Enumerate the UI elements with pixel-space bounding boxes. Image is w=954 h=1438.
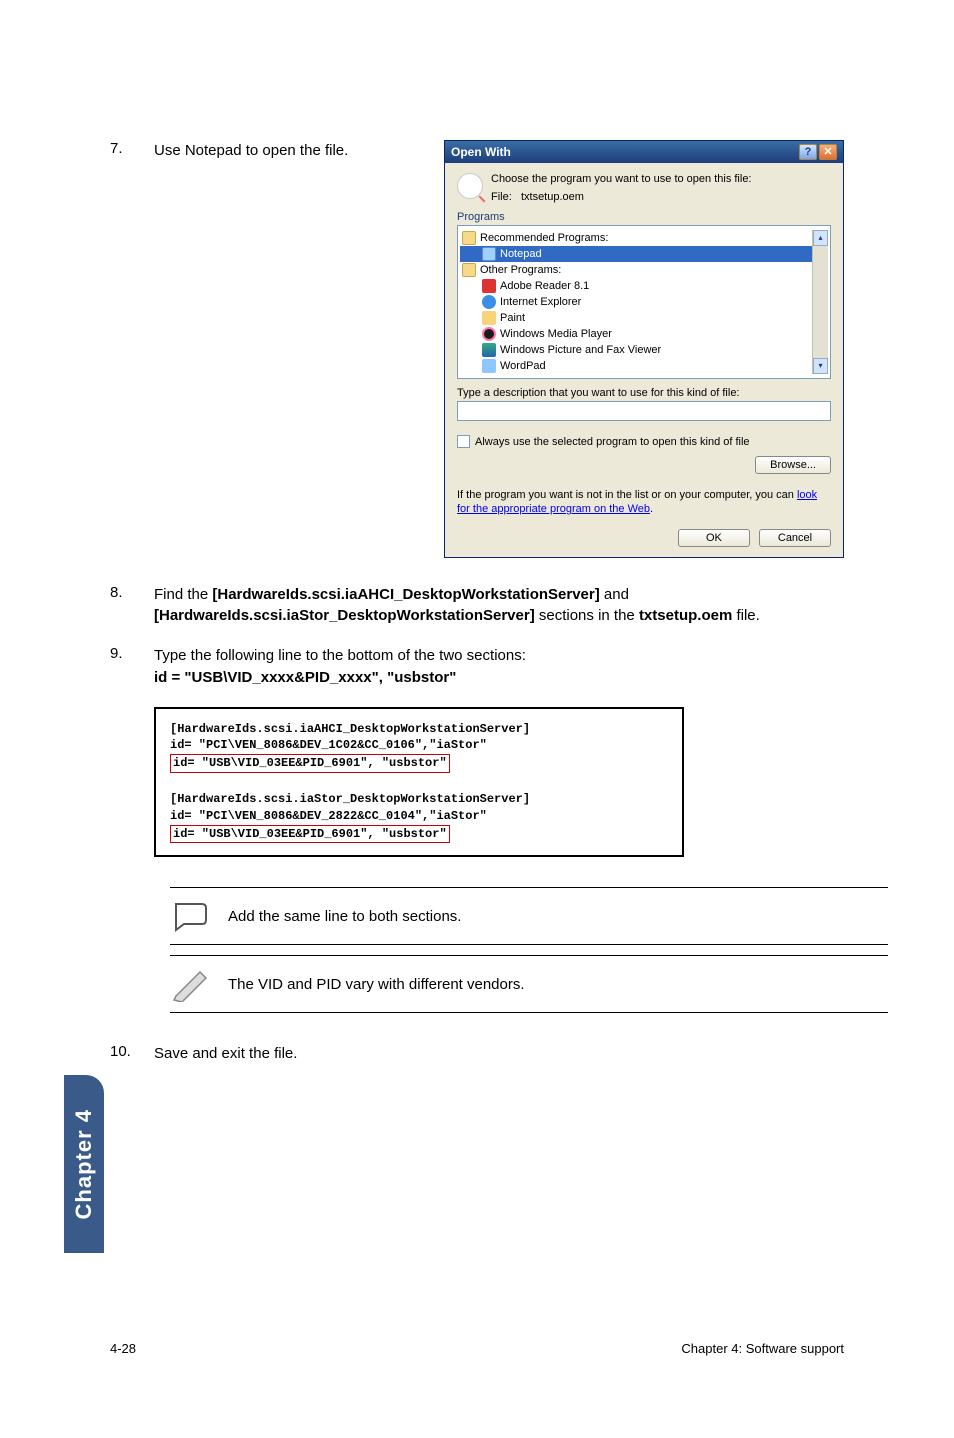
list-item-label: Other Programs:: [480, 264, 561, 276]
list-item-notepad[interactable]: Notepad: [460, 246, 812, 262]
step-text-7: Use Notepad to open the file.: [154, 140, 444, 162]
description-input[interactable]: [457, 401, 831, 421]
list-item-label: Paint: [500, 312, 525, 324]
magnifier-icon: [457, 173, 483, 199]
code-line: id= "PCI\VEN_8086&DEV_2822&CC_0104","iaS…: [170, 808, 668, 825]
folder-icon: [462, 263, 476, 277]
list-item-label: WordPad: [500, 360, 546, 372]
step-text-8: Find the [HardwareIds.scsi.iaAHCI_Deskto…: [154, 584, 844, 628]
folder-icon: [462, 231, 476, 245]
ie-icon: [482, 295, 496, 309]
step-text-10: Save and exit the file.: [154, 1043, 844, 1065]
list-item-label: Internet Explorer: [500, 296, 581, 308]
step-number-7: 7.: [110, 140, 154, 157]
scroll-down-icon[interactable]: ▾: [813, 358, 828, 374]
code-line: [HardwareIds.scsi.iaStor_DesktopWorkstat…: [170, 791, 668, 808]
description-label: Type a description that you want to use …: [457, 387, 831, 399]
list-item[interactable]: Windows Media Player: [460, 326, 812, 342]
dialog-titlebar: Open With ? ✕: [445, 141, 843, 163]
web-lookup-note: If the program you want is not in the li…: [457, 488, 831, 517]
list-item[interactable]: Internet Explorer: [460, 294, 812, 310]
code-example: [HardwareIds.scsi.iaAHCI_DesktopWorkstat…: [154, 707, 684, 858]
help-icon[interactable]: ?: [799, 144, 817, 160]
step-number-8: 8.: [110, 584, 154, 628]
list-item-label: Adobe Reader 8.1: [500, 280, 589, 292]
chapter-tab: Chapter 4: [64, 1075, 104, 1253]
list-item[interactable]: Adobe Reader 8.1: [460, 278, 812, 294]
list-item[interactable]: Windows Picture and Fax Viewer: [460, 342, 812, 358]
file-label: File:: [491, 191, 512, 203]
scroll-up-icon[interactable]: ▴: [813, 230, 828, 246]
wmp-icon: [482, 327, 496, 341]
step-number-10: 10.: [110, 1043, 154, 1065]
note-text-1: Add the same line to both sections.: [228, 908, 461, 925]
list-item[interactable]: Paint: [460, 310, 812, 326]
page-number: 4-28: [110, 1341, 136, 1356]
list-item-label: Windows Picture and Fax Viewer: [500, 344, 661, 356]
step-text-9: Type the following line to the bottom of…: [154, 645, 844, 689]
programs-label: Programs: [457, 211, 831, 223]
code-line: [HardwareIds.scsi.iaAHCI_DesktopWorkstat…: [170, 721, 668, 738]
choose-program-text: Choose the program you want to use to op…: [491, 173, 752, 185]
close-icon[interactable]: ✕: [819, 144, 837, 160]
ok-button[interactable]: OK: [678, 529, 750, 547]
list-item[interactable]: Other Programs:: [460, 262, 812, 278]
program-list[interactable]: Recommended Programs: Notepad Other Prog…: [457, 225, 831, 379]
list-item[interactable]: Recommended Programs:: [460, 230, 812, 246]
list-item-label: Recommended Programs:: [480, 232, 608, 244]
note-icon: [170, 898, 214, 934]
notepad-icon: [482, 247, 496, 261]
always-use-checkbox[interactable]: [457, 435, 470, 448]
footer-chapter: Chapter 4: Software support: [681, 1341, 844, 1356]
pencil-icon: [170, 966, 214, 1002]
always-use-label: Always use the selected program to open …: [475, 436, 750, 448]
code-line-highlighted: id= "USB\VID_03EE&PID_6901", "usbstor": [170, 754, 450, 773]
step-number-9: 9.: [110, 645, 154, 689]
list-item[interactable]: WordPad: [460, 358, 812, 374]
picture-viewer-icon: [482, 343, 496, 357]
note-text-part: .: [650, 503, 653, 515]
note-text-part: If the program you want is not in the li…: [457, 489, 797, 501]
cancel-button[interactable]: Cancel: [759, 529, 831, 547]
wordpad-icon: [482, 359, 496, 373]
file-name: txtsetup.oem: [521, 191, 584, 203]
dialog-title: Open With: [451, 145, 797, 159]
adobe-icon: [482, 279, 496, 293]
list-item-label: Notepad: [500, 248, 542, 260]
code-line-highlighted: id= "USB\VID_03EE&PID_6901", "usbstor": [170, 825, 450, 844]
code-line: id= "PCI\VEN_8086&DEV_1C02&CC_0106","iaS…: [170, 737, 668, 754]
open-with-dialog: Open With ? ✕ Choose the program you wan…: [444, 140, 844, 558]
list-item-label: Windows Media Player: [500, 328, 612, 340]
scrollbar[interactable]: ▴ ▾: [812, 230, 828, 374]
browse-button[interactable]: Browse...: [755, 456, 831, 474]
paint-icon: [482, 311, 496, 325]
note-text-2: The VID and PID vary with different vend…: [228, 976, 525, 993]
